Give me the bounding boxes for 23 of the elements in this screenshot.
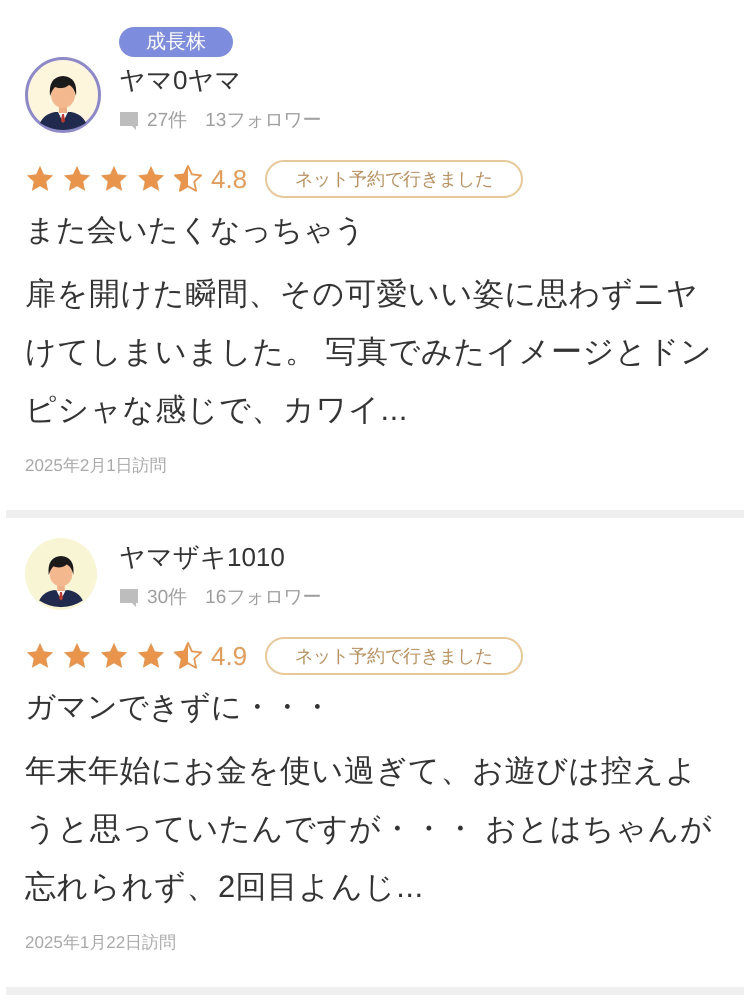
booking-tag: ネット予約で行きました [265,160,524,198]
visit-date: 2025年1月22日訪問 [25,932,178,954]
reviewer-name[interactable]: ヤマ0ヤマ [119,63,242,97]
follower-count: 16フォロワー [205,586,322,610]
review-count: 30件 [147,586,188,610]
half-star-icon [173,641,203,671]
rating-score: 4.9 [211,640,248,672]
half-star-icon [173,164,203,194]
review-count: 27件 [147,109,188,133]
review-title: ガマンできずに・・・ [25,690,333,726]
review-text: 扉を開けた瞬間、その可愛いい姿に思わずニヤけてしまいました。 写真でみたイメージとドンピシャな感じで、カワイ... [25,275,713,429]
visit-date: 2025年2月1日訪問 [25,455,168,477]
booking-tag: ネット予約で行きました [265,637,524,675]
avatar-icon [25,538,97,610]
comment-icon [119,588,139,608]
follower-count: 13フォロワー [205,109,322,133]
rank-badge: 成長株 [119,27,233,57]
avatar-icon [25,57,101,133]
rating-score: 4.8 [211,164,248,194]
review-title: また会いたくなっちゃう [25,213,366,249]
reviewer-name[interactable]: ヤマザキ1010 [119,540,285,574]
review-text: 年末年始にお金を使い過ぎて、お遊びは控えようと思っていたんですが・・・ おとはちゃんが忘れられず、2回目よんじ... [25,752,713,906]
comment-icon [119,111,139,131]
